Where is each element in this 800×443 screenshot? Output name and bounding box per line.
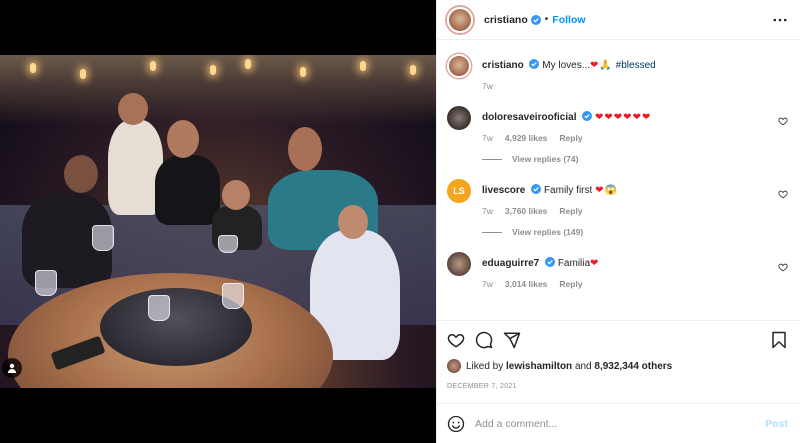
reply-button[interactable]: Reply (559, 133, 582, 143)
comment-like-icon[interactable] (778, 116, 788, 126)
comment-likes[interactable]: 4,929 likes (505, 133, 548, 143)
comment-like-icon[interactable] (778, 262, 788, 272)
view-replies-button[interactable]: View replies (74) (482, 154, 788, 164)
more-options-button[interactable] (772, 12, 788, 28)
person (155, 155, 220, 225)
post-button[interactable]: Post (765, 418, 788, 430)
person-head (338, 205, 368, 239)
caption-emoji: ❤🙏 (590, 60, 613, 71)
add-comment-bar: Post (437, 403, 800, 443)
post-media[interactable] (0, 0, 436, 443)
glass (35, 270, 57, 296)
avatar[interactable] (447, 252, 471, 276)
ceiling-lights (0, 55, 436, 125)
person-head (118, 93, 148, 125)
emoji-icon[interactable] (447, 415, 465, 433)
comment-item: doloresaveirooficial ❤❤❤❤❤❤ 7w 4,929 lik… (447, 106, 788, 164)
verified-icon (582, 111, 593, 121)
person-head (64, 155, 98, 193)
comment-likes[interactable]: 3,760 likes (505, 206, 548, 216)
avatar[interactable]: LS (447, 179, 471, 203)
view-replies-button[interactable]: View replies (149) (482, 227, 788, 237)
view-replies-label: View replies (74) (512, 154, 579, 164)
person-head (167, 120, 199, 158)
comment-time[interactable]: 7w (482, 279, 493, 289)
verified-icon (529, 59, 540, 69)
post-header: cristiano • Follow (437, 0, 800, 40)
heart-icon[interactable] (447, 331, 465, 349)
caption-username[interactable]: cristiano (482, 60, 524, 71)
caption: cristiano My loves...❤🙏 #blessed 7w (447, 54, 788, 91)
comment-emoji: ❤❤❤❤❤❤ (595, 112, 652, 123)
view-replies-label: View replies (149) (512, 227, 584, 237)
more-icon (773, 18, 787, 21)
avatar[interactable] (447, 6, 473, 33)
reply-button[interactable]: Reply (559, 279, 582, 289)
follow-button[interactable]: Follow (552, 14, 585, 26)
post-details-panel: cristiano • Follow cristiano My loves...… (436, 0, 800, 443)
comment-input[interactable] (475, 417, 766, 430)
comment-icon[interactable] (475, 331, 493, 349)
hashtag-link[interactable]: #blessed (616, 60, 656, 71)
likes-count-button[interactable]: 8,932,344 others (594, 361, 672, 372)
verified-icon (530, 14, 541, 25)
user-tag-button[interactable] (2, 358, 22, 378)
glass (92, 225, 114, 251)
replies-line (482, 231, 502, 233)
reply-button[interactable]: Reply (559, 206, 582, 216)
comment-emoji: ❤😱 (595, 185, 618, 196)
comment-likes[interactable]: 3,014 likes (505, 279, 548, 289)
comment-emoji: ❤ (590, 258, 600, 269)
comment-item: eduaguirre7 Familia❤ 7w 3,014 likes Repl… (447, 252, 788, 289)
avatar[interactable] (447, 359, 461, 373)
avatar[interactable] (447, 106, 471, 130)
comment-like-icon[interactable] (778, 189, 788, 199)
verified-icon (531, 184, 542, 194)
post-author-username[interactable]: cristiano (484, 14, 528, 26)
person-head (222, 180, 250, 210)
comment-username[interactable]: livescore (482, 185, 525, 196)
avatar[interactable] (447, 54, 471, 78)
liked-by-prefix: Liked by (466, 360, 504, 372)
comment-time[interactable]: 7w (482, 133, 493, 143)
glass (148, 295, 170, 321)
separator-dot: • (544, 14, 549, 25)
caption-text: My loves... (542, 60, 591, 71)
replies-line (482, 158, 502, 160)
verified-icon (545, 257, 556, 267)
comment-text: Familia (557, 258, 591, 269)
post-date[interactable]: DECEMBER 7, 2021 (447, 383, 788, 390)
post-actions: Liked by lewishamilton and 8,932,344 oth… (437, 320, 800, 390)
share-icon[interactable] (503, 331, 521, 349)
comment-item: LS livescore Family first ❤😱 7w 3,760 li… (447, 179, 788, 237)
user-tag-icon (8, 363, 16, 373)
comment-username[interactable]: doloresaveirooficial (482, 112, 576, 123)
liked-by-user[interactable]: lewishamilton (506, 361, 572, 372)
person-head (288, 127, 322, 171)
caption-time[interactable]: 7w (482, 81, 493, 91)
bookmark-icon[interactable] (770, 331, 788, 349)
post-photo[interactable] (0, 55, 436, 388)
glass (222, 283, 244, 309)
glass (218, 235, 238, 253)
comment-username[interactable]: eduaguirre7 (482, 258, 539, 269)
comment-time[interactable]: 7w (482, 206, 493, 216)
likes-summary: Liked by lewishamilton and 8,932,344 oth… (447, 359, 788, 373)
comment-text: Family first (543, 185, 593, 196)
liked-by-and: and (574, 360, 592, 372)
comments-list[interactable]: cristiano My loves...❤🙏 #blessed 7w dolo… (437, 41, 800, 319)
